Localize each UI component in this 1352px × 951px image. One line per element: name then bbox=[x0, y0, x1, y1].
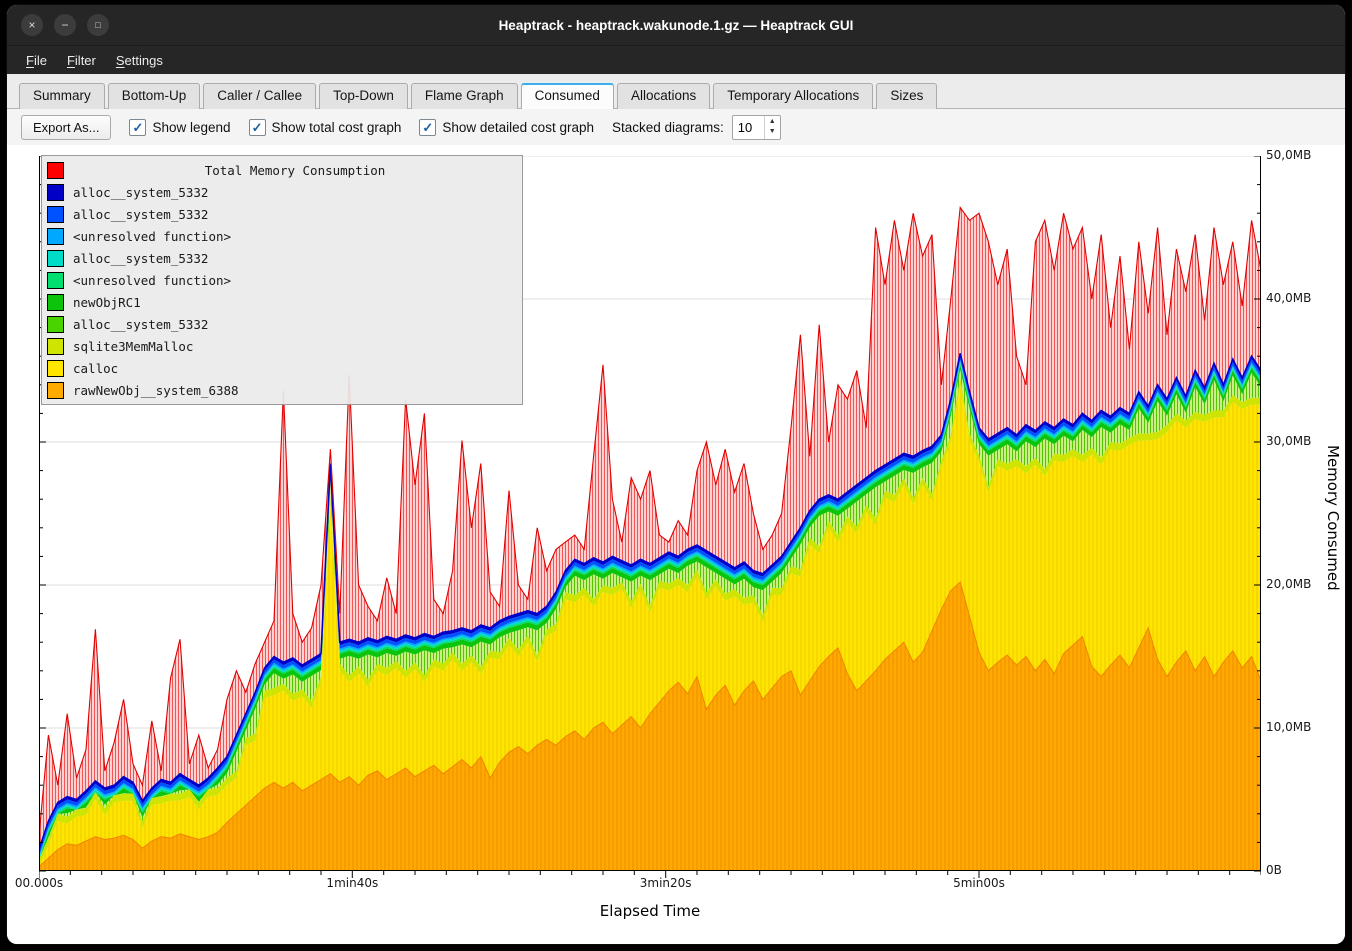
tab-consumed[interactable]: Consumed bbox=[521, 83, 614, 109]
legend-entry: sqlite3MemMalloc bbox=[47, 335, 517, 357]
titlebar[interactable]: × − □ Heaptrack - heaptrack.wakunode.1.g… bbox=[7, 5, 1345, 45]
chart-canvas: Total Memory Consumption alloc__system_5… bbox=[7, 145, 1345, 944]
y-tick-label: 40,0MB bbox=[1266, 291, 1311, 305]
legend-swatch bbox=[47, 272, 64, 289]
app-window: × − □ Heaptrack - heaptrack.wakunode.1.g… bbox=[7, 5, 1345, 944]
tab-temporary-allocations[interactable]: Temporary Allocations bbox=[713, 83, 873, 109]
checkbox-box-icon[interactable]: ✓ bbox=[249, 119, 266, 136]
legend-entry-label: alloc__system_5332 bbox=[73, 317, 208, 332]
legend-entry-label: <unresolved function> bbox=[73, 273, 231, 288]
legend-swatch bbox=[47, 228, 64, 245]
legend-swatch bbox=[47, 294, 64, 311]
checkbox-label: Show total cost graph bbox=[272, 120, 402, 135]
legend-entry: alloc__system_5332 bbox=[47, 181, 517, 203]
legend-entry: alloc__system_5332 bbox=[47, 203, 517, 225]
stacked-diagrams-input[interactable] bbox=[733, 116, 764, 139]
toolbar-checkboxes: ✓ Show legend ✓ Show total cost graph ✓ Show … bbox=[129, 119, 594, 136]
spin-down-icon[interactable]: ▼ bbox=[765, 127, 780, 137]
legend-entry: alloc__system_5332 bbox=[47, 247, 517, 269]
y-tick-label: 0B bbox=[1266, 863, 1282, 877]
close-icon: × bbox=[28, 19, 35, 31]
checkbox-box-icon[interactable]: ✓ bbox=[129, 119, 146, 136]
legend-entry-label: alloc__system_5332 bbox=[73, 185, 208, 200]
legend-title-swatch bbox=[47, 162, 64, 179]
legend-swatch bbox=[47, 250, 64, 267]
spinbox-arrows: ▲ ▼ bbox=[764, 116, 780, 139]
tab-caller-callee[interactable]: Caller / Callee bbox=[203, 83, 316, 109]
toolbar: Export As... ✓ Show legend ✓ Show total cos… bbox=[7, 109, 1345, 145]
minimize-icon: − bbox=[61, 19, 68, 31]
legend-entry: rawNewObj__system_6388 bbox=[47, 379, 517, 401]
tab-allocations[interactable]: Allocations bbox=[617, 83, 710, 109]
y-axis-title: Memory Consumed bbox=[1324, 445, 1342, 591]
tab-bottom-up[interactable]: Bottom-Up bbox=[108, 83, 201, 109]
legend-entry-label: alloc__system_5332 bbox=[73, 207, 208, 222]
close-button[interactable]: × bbox=[21, 14, 43, 36]
y-tick-label: 50,0MB bbox=[1266, 148, 1311, 162]
legend-swatch bbox=[47, 382, 64, 399]
x-tick-label: 3min20s bbox=[640, 876, 692, 890]
legend-entry-label: <unresolved function> bbox=[73, 229, 231, 244]
menu-item-file[interactable]: File bbox=[17, 49, 56, 72]
legend-title-row: Total Memory Consumption bbox=[47, 159, 517, 181]
checkbox-show-legend[interactable]: ✓ Show legend bbox=[129, 119, 230, 136]
menu-item-settings[interactable]: Settings bbox=[107, 49, 172, 72]
legend-entry: <unresolved function> bbox=[47, 269, 517, 291]
legend-entry-label: alloc__system_5332 bbox=[73, 251, 208, 266]
x-axis-title: Elapsed Time bbox=[39, 902, 1261, 920]
legend-swatch bbox=[47, 360, 64, 377]
tab-flame-graph[interactable]: Flame Graph bbox=[411, 83, 518, 109]
maximize-icon: □ bbox=[95, 21, 100, 30]
stacked-diagrams-spinbox[interactable]: ▲ ▼ bbox=[732, 115, 781, 140]
export-as-button[interactable]: Export As... bbox=[21, 115, 111, 140]
legend-entry-label: newObjRC1 bbox=[73, 295, 141, 310]
legend-entry-label: calloc bbox=[73, 361, 118, 376]
checkbox-box-icon[interactable]: ✓ bbox=[419, 119, 436, 136]
legend-entry: <unresolved function> bbox=[47, 225, 517, 247]
legend-entries: alloc__system_5332 alloc__system_5332 <unr… bbox=[47, 181, 517, 401]
y-tick-label: 10,0MB bbox=[1266, 720, 1311, 734]
legend-swatch bbox=[47, 338, 64, 355]
spin-up-icon[interactable]: ▲ bbox=[765, 117, 780, 127]
legend-entry: calloc bbox=[47, 357, 517, 379]
checkbox-label: Show legend bbox=[152, 120, 230, 135]
tab-summary[interactable]: Summary bbox=[19, 83, 105, 109]
stacked-diagrams-group: Stacked diagrams: ▲ ▼ bbox=[612, 115, 781, 140]
maximize-button[interactable]: □ bbox=[87, 14, 109, 36]
tab-top-down[interactable]: Top-Down bbox=[319, 83, 408, 109]
minimize-button[interactable]: − bbox=[54, 14, 76, 36]
tabbar: SummaryBottom-UpCaller / CalleeTop-DownF… bbox=[7, 74, 1345, 109]
checkbox-show-total-cost-graph[interactable]: ✓ Show total cost graph bbox=[249, 119, 402, 136]
legend-swatch bbox=[47, 316, 64, 333]
legend-swatch bbox=[47, 206, 64, 223]
checkbox-label: Show detailed cost graph bbox=[442, 120, 594, 135]
x-tick-label: 00.000s bbox=[15, 876, 63, 890]
chart-legend: Total Memory Consumption alloc__system_5… bbox=[41, 155, 523, 405]
window-title: Heaptrack - heaptrack.wakunode.1.gz — He… bbox=[7, 18, 1345, 33]
legend-swatch bbox=[47, 184, 64, 201]
screen: { "window": { "title": "Heaptrack - heap… bbox=[0, 0, 1352, 951]
legend-entry-label: rawNewObj__system_6388 bbox=[73, 383, 239, 398]
window-controls: × − □ bbox=[21, 5, 109, 45]
stacked-diagrams-label: Stacked diagrams: bbox=[612, 120, 724, 135]
legend-entry: newObjRC1 bbox=[47, 291, 517, 313]
checkbox-show-detailed-cost-graph[interactable]: ✓ Show detailed cost graph bbox=[419, 119, 594, 136]
legend-entry-label: sqlite3MemMalloc bbox=[73, 339, 193, 354]
x-tick-label: 1min40s bbox=[326, 876, 378, 890]
y-tick-label: 30,0MB bbox=[1266, 434, 1311, 448]
menubar: FileFilterSettings bbox=[7, 45, 1345, 74]
tab-sizes[interactable]: Sizes bbox=[876, 83, 937, 109]
menu-item-filter[interactable]: Filter bbox=[58, 49, 105, 72]
legend-entry: alloc__system_5332 bbox=[47, 313, 517, 335]
x-tick-label: 5min00s bbox=[953, 876, 1005, 890]
y-tick-label: 20,0MB bbox=[1266, 577, 1311, 591]
legend-title: Total Memory Consumption bbox=[73, 163, 517, 178]
